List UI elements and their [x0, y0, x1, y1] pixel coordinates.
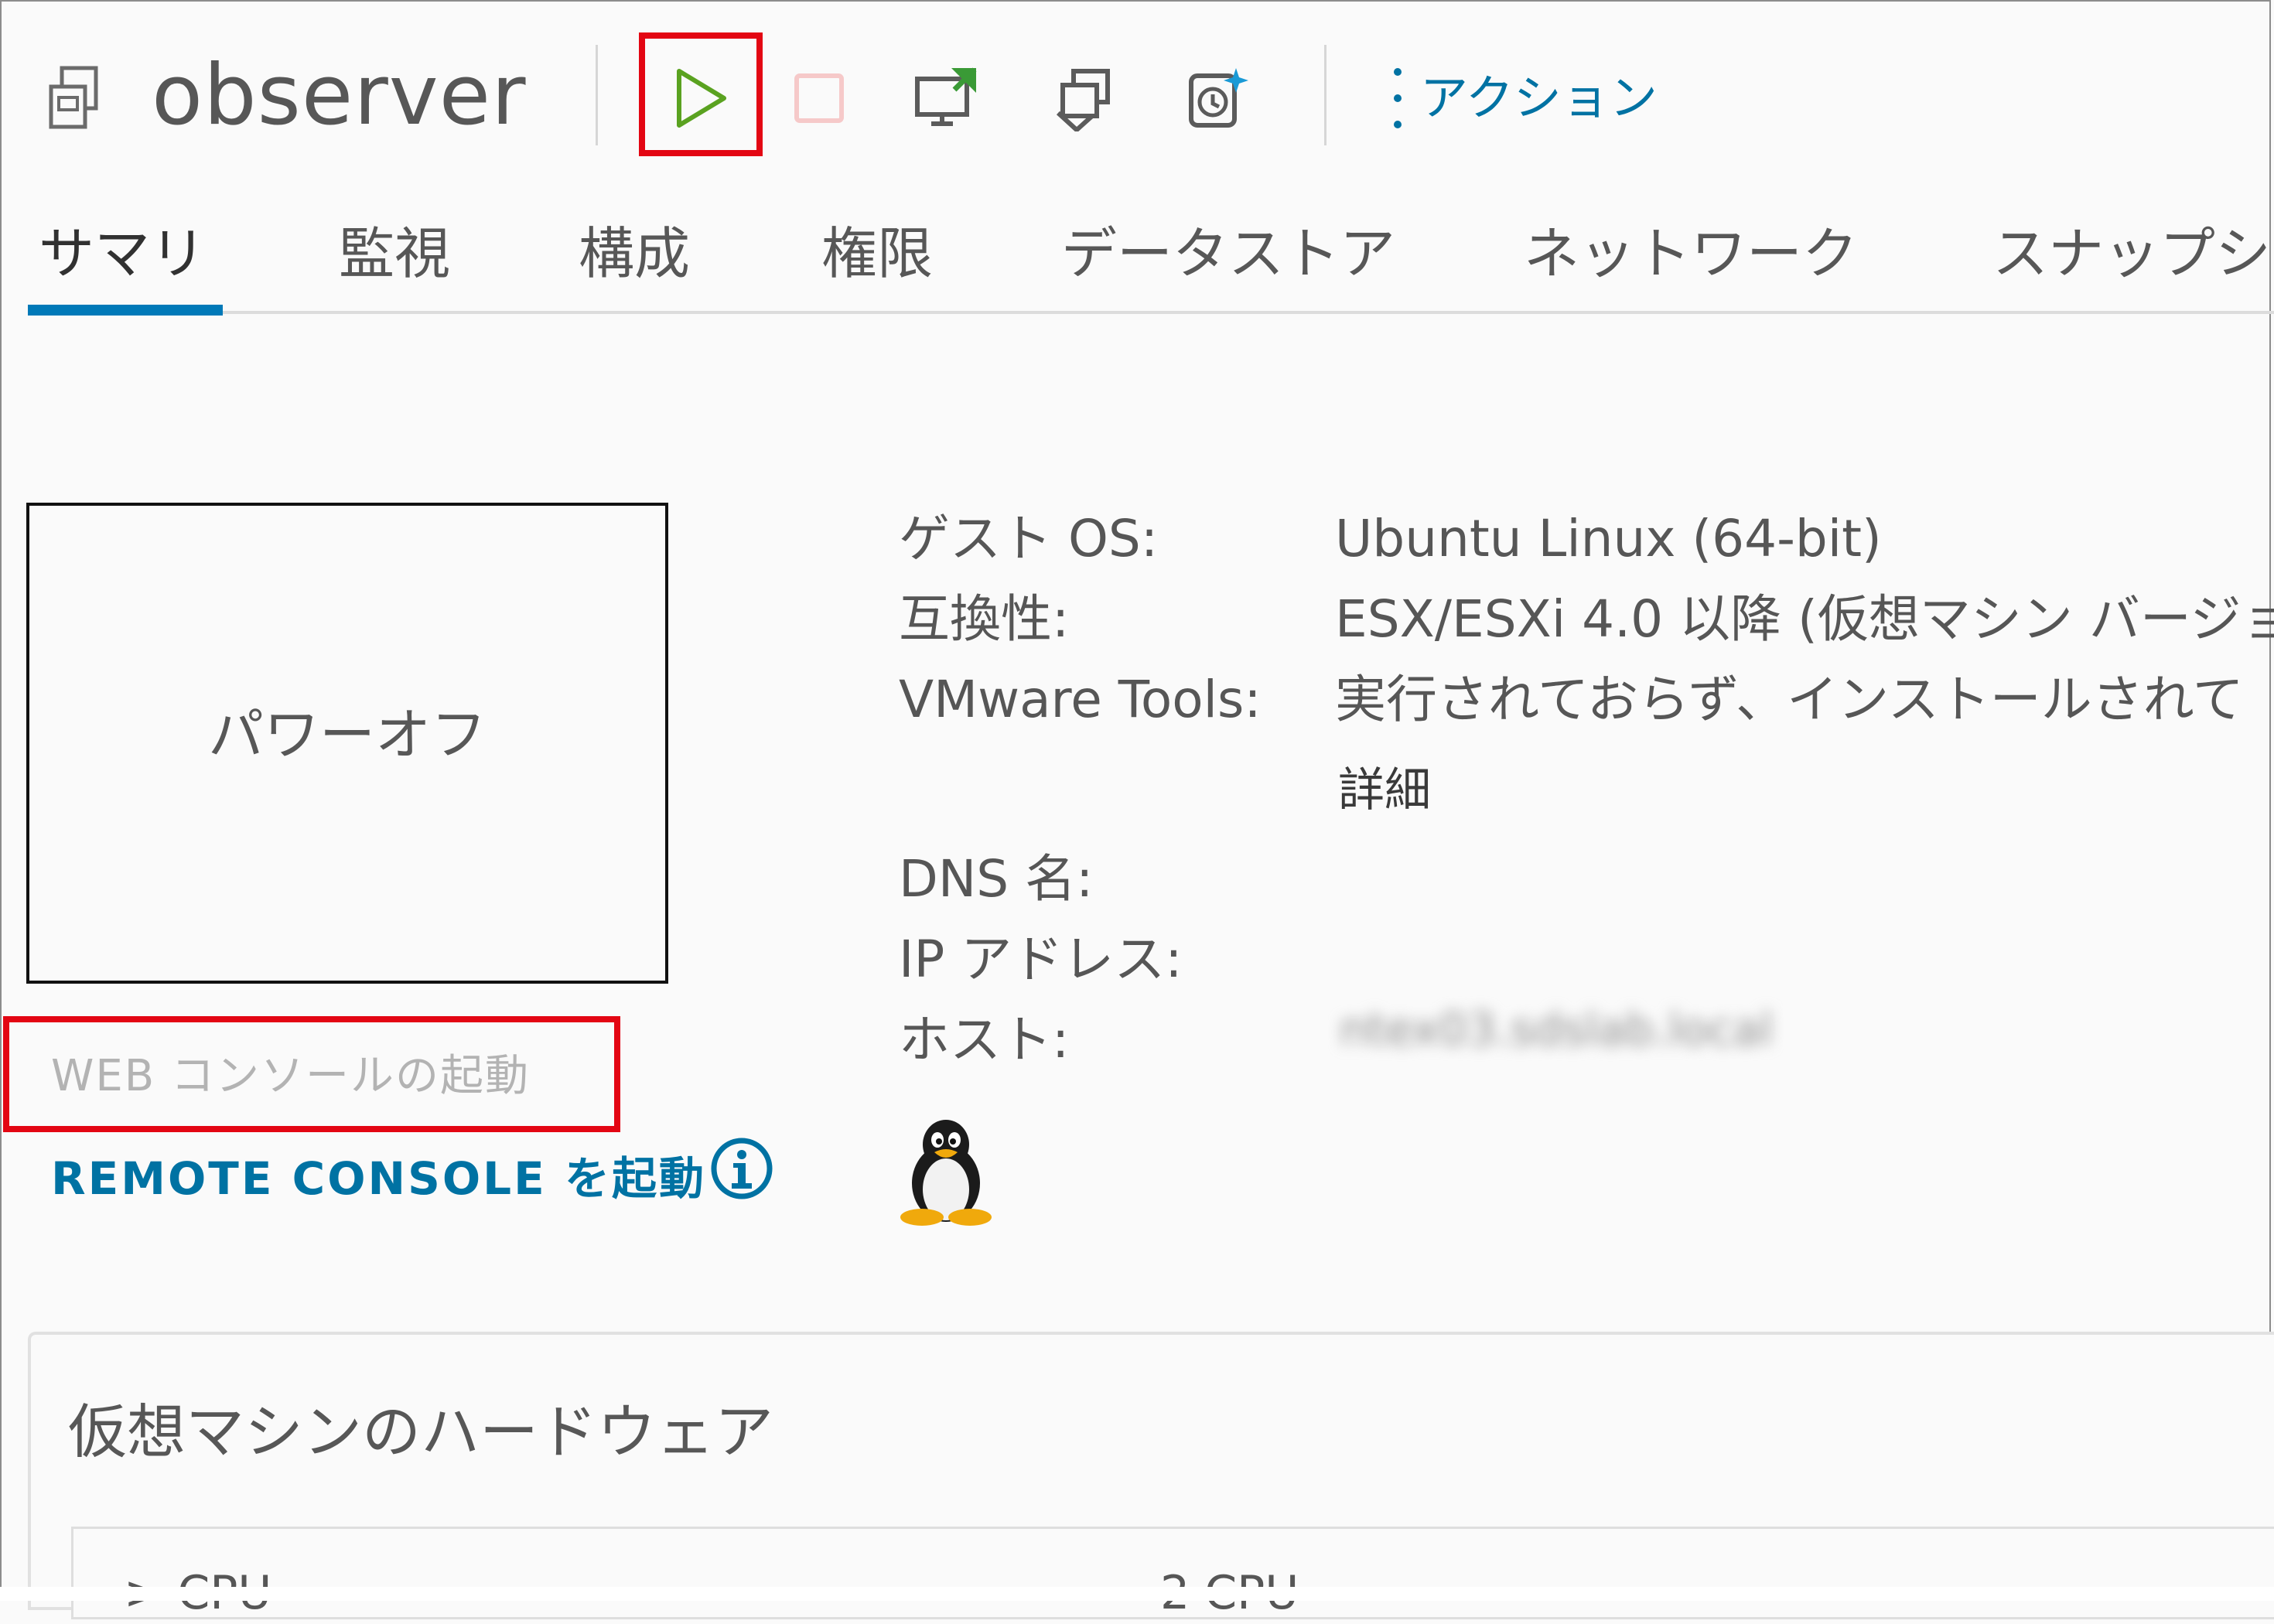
launch-remote-console-link[interactable]: REMOTE CONSOLE を起動: [51, 1148, 706, 1209]
tab-datastores[interactable]: データストア: [1061, 215, 1395, 292]
tab-monitor[interactable]: 監視: [339, 215, 450, 292]
power-on-icon[interactable]: [667, 65, 733, 131]
guest-os-label: ゲスト OS:: [899, 509, 1159, 568]
actions-menu[interactable]: アクション: [1392, 63, 1658, 133]
compatibility-label: 互換性:: [899, 589, 1070, 649]
tab-summary[interactable]: サマリ: [39, 215, 206, 292]
ip-address-label: IP アドレス:: [899, 930, 1183, 989]
linux-tux-icon: [900, 1120, 992, 1226]
vm-hardware-title: 仮想マシンのハードウェア: [68, 1397, 773, 1466]
bottom-crop-edge: [0, 1587, 2274, 1601]
info-icon[interactable]: [708, 1135, 775, 1202]
host-label: ホスト:: [899, 1010, 1070, 1070]
launch-console-icon[interactable]: [913, 65, 979, 131]
tab-networks[interactable]: ネットワーク: [1524, 215, 1858, 292]
launch-web-console-link[interactable]: WEB コンソールの起動: [51, 1046, 530, 1107]
dns-name-label: DNS 名:: [899, 849, 1094, 909]
kebab-icon: [1392, 68, 1403, 128]
tabs-divider: [28, 311, 2274, 314]
toolbar-divider: [596, 45, 598, 145]
toolbar-divider: [1324, 45, 1326, 145]
compatibility-value: ESX/ESXi 4.0 以降 (仮想マシン バージョ: [1335, 589, 2274, 649]
snapshot-icon[interactable]: [1185, 65, 1251, 131]
power-off-icon[interactable]: [786, 65, 852, 131]
actions-label: アクション: [1420, 70, 1658, 126]
host-value[interactable]: ntex03.sdslab.local: [1340, 1005, 1827, 1053]
vm-name-title: observer: [152, 47, 527, 144]
active-tab-indicator: [28, 305, 223, 316]
tab-snapshots[interactable]: スナップシ: [1992, 215, 2271, 292]
vmware-tools-value: 実行されておらず、インストールされて: [1335, 670, 2244, 729]
tab-configure[interactable]: 構成: [579, 215, 690, 292]
tools-details-link[interactable]: 詳細: [1338, 758, 1431, 823]
vmware-tools-label: VMware Tools:: [899, 670, 1262, 729]
migrate-icon[interactable]: [1053, 65, 1120, 131]
tab-permissions[interactable]: 権限: [821, 215, 933, 292]
guest-os-value: Ubuntu Linux (64-bit): [1335, 509, 1882, 568]
power-state-label: パワーオフ: [207, 702, 487, 767]
vm-icon: [49, 66, 98, 129]
